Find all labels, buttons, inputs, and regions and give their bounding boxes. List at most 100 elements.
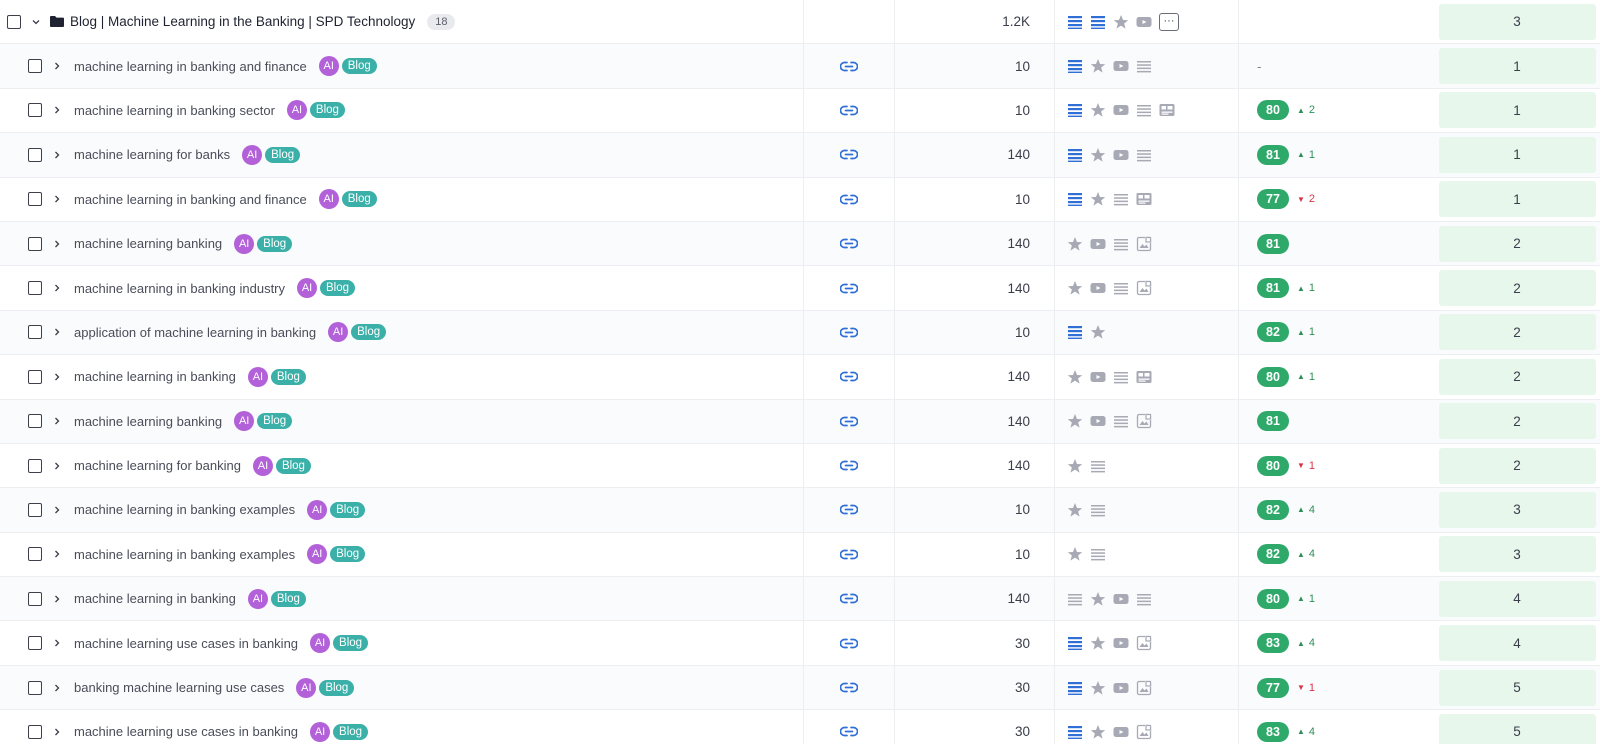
row-checkbox[interactable] bbox=[28, 59, 42, 74]
keyword-text[interactable]: machine learning banking bbox=[74, 414, 222, 429]
row-checkbox[interactable] bbox=[28, 325, 42, 340]
link-icon[interactable] bbox=[840, 105, 858, 116]
serp-features bbox=[1055, 310, 1239, 355]
row-checkbox[interactable] bbox=[28, 502, 42, 517]
blog-tag: Blog bbox=[275, 457, 311, 474]
kd-badge: 80 bbox=[1257, 588, 1289, 609]
chevron-right-icon[interactable] bbox=[52, 638, 62, 648]
link-icon[interactable] bbox=[840, 549, 858, 560]
chevron-right-icon[interactable] bbox=[52, 372, 62, 382]
row-checkbox[interactable] bbox=[28, 636, 42, 651]
keyword-text[interactable]: machine learning in banking bbox=[74, 369, 236, 384]
table-row[interactable]: machine learning in banking AI Blog 140 80 ▲ 1… bbox=[0, 355, 1600, 400]
table-row[interactable]: application of machine learning in banki… bbox=[0, 310, 1600, 356]
name-cell: machine learning in banking and finance A… bbox=[0, 177, 804, 221]
more-options-button[interactable]: ··· bbox=[1159, 12, 1179, 31]
table-row[interactable]: machine learning banking AI Blog 140 81 2 bbox=[0, 399, 1600, 444]
position-cell: 1 bbox=[1436, 178, 1598, 221]
keyword-text[interactable]: machine learning for banks bbox=[74, 147, 230, 162]
link-icon[interactable] bbox=[840, 504, 858, 515]
row-checkbox[interactable] bbox=[28, 369, 42, 384]
chevron-right-icon[interactable] bbox=[52, 461, 62, 471]
link-icon[interactable] bbox=[840, 593, 858, 604]
link-icon[interactable] bbox=[840, 149, 858, 160]
link-icon[interactable] bbox=[840, 238, 858, 249]
table-row[interactable]: machine learning in banking and finance A… bbox=[0, 177, 1600, 222]
keyword-text[interactable]: application of machine learning in banki… bbox=[74, 325, 316, 340]
link-cell bbox=[804, 577, 895, 621]
position-cell: 4 bbox=[1436, 621, 1598, 664]
row-checkbox[interactable] bbox=[28, 458, 42, 473]
row-checkbox[interactable] bbox=[28, 236, 42, 251]
table-row[interactable]: machine learning for banks AI Blog 140 81 ▲ 1 1 bbox=[0, 133, 1600, 178]
row-checkbox[interactable] bbox=[28, 547, 42, 562]
table-row[interactable]: machine learning use cases in banking AI B… bbox=[0, 710, 1600, 744]
row-checkbox[interactable] bbox=[28, 103, 42, 118]
link-icon[interactable] bbox=[840, 283, 858, 294]
chevron-right-icon[interactable] bbox=[52, 239, 62, 249]
row-checkbox[interactable] bbox=[28, 147, 42, 162]
table-row[interactable]: machine learning in banking examples AI Bl… bbox=[0, 488, 1600, 533]
position-value: 1 bbox=[1438, 181, 1596, 218]
chevron-right-icon[interactable] bbox=[52, 150, 62, 160]
keyword-text[interactable]: machine learning in banking industry bbox=[74, 281, 285, 296]
chevron-right-icon[interactable] bbox=[52, 283, 62, 293]
chevron-right-icon[interactable] bbox=[52, 549, 62, 559]
chevron-right-icon[interactable] bbox=[52, 61, 62, 71]
link-icon[interactable] bbox=[840, 327, 858, 338]
table-row[interactable]: machine learning in banking industry AI Bl… bbox=[0, 266, 1600, 311]
volume-cell: 140 bbox=[895, 399, 1055, 443]
link-icon[interactable] bbox=[840, 460, 858, 471]
star-icon bbox=[1067, 413, 1083, 429]
chevron-down-icon[interactable] bbox=[31, 17, 41, 27]
table-row[interactable]: machine learning for banking AI Blog 140 80 ▼… bbox=[0, 443, 1600, 489]
row-checkbox[interactable] bbox=[28, 680, 42, 695]
table-row[interactable]: machine learning in banking AI Blog 140 80 ▲ 1… bbox=[0, 577, 1600, 622]
chevron-right-icon[interactable] bbox=[52, 327, 62, 337]
link-icon[interactable] bbox=[840, 682, 858, 693]
ai-badge: AI bbox=[310, 721, 331, 742]
chevron-right-icon[interactable] bbox=[52, 105, 62, 115]
trend-value: 2 bbox=[1308, 104, 1316, 117]
link-icon[interactable] bbox=[840, 638, 858, 649]
group-row[interactable]: Blog | Machine Learning in the Banking |… bbox=[0, 0, 1600, 45]
link-icon[interactable] bbox=[840, 61, 858, 72]
table-row[interactable]: banking machine learning use cases AI Blog… bbox=[0, 665, 1600, 711]
keyword-text[interactable]: machine learning in banking examples bbox=[74, 502, 295, 517]
link-icon[interactable] bbox=[840, 371, 858, 382]
keyword-text[interactable]: banking machine learning use cases bbox=[74, 680, 284, 695]
keyword-text[interactable]: machine learning banking bbox=[74, 236, 222, 251]
chevron-right-icon[interactable] bbox=[52, 683, 62, 693]
link-icon[interactable] bbox=[840, 194, 858, 205]
row-checkbox[interactable] bbox=[28, 414, 42, 429]
keyword-text[interactable]: machine learning use cases in banking bbox=[74, 724, 298, 739]
keyword-text[interactable]: machine learning use cases in banking bbox=[74, 636, 298, 651]
chevron-right-icon[interactable] bbox=[52, 194, 62, 204]
chevron-right-icon[interactable] bbox=[52, 727, 62, 737]
group-checkbox[interactable] bbox=[7, 14, 21, 29]
table-row[interactable]: machine learning in banking and finance A… bbox=[0, 44, 1600, 89]
group-title[interactable]: Blog | Machine Learning in the Banking |… bbox=[70, 14, 415, 29]
link-icon[interactable] bbox=[840, 726, 858, 737]
chevron-right-icon[interactable] bbox=[52, 505, 62, 515]
keyword-text[interactable]: machine learning in banking examples bbox=[74, 547, 295, 562]
table-row[interactable]: machine learning banking AI Blog 140 81 2 bbox=[0, 221, 1600, 267]
row-checkbox[interactable] bbox=[28, 724, 42, 739]
keyword-text[interactable]: machine learning in banking and finance bbox=[74, 192, 307, 207]
star-icon bbox=[1090, 324, 1106, 340]
keyword-text[interactable]: machine learning for banking bbox=[74, 458, 241, 473]
star-icon bbox=[1090, 724, 1106, 740]
table-row[interactable]: machine learning in banking examples AI Bl… bbox=[0, 532, 1600, 578]
link-icon[interactable] bbox=[840, 416, 858, 427]
keyword-text[interactable]: machine learning in banking and finance bbox=[74, 59, 307, 74]
row-checkbox[interactable] bbox=[28, 192, 42, 207]
star-icon bbox=[1090, 635, 1106, 651]
row-checkbox[interactable] bbox=[28, 281, 42, 296]
keyword-text[interactable]: machine learning in banking bbox=[74, 591, 236, 606]
chevron-right-icon[interactable] bbox=[52, 594, 62, 604]
row-checkbox[interactable] bbox=[28, 591, 42, 606]
table-row[interactable]: machine learning in banking sector AI Blog… bbox=[0, 88, 1600, 134]
table-row[interactable]: machine learning use cases in banking AI B… bbox=[0, 621, 1600, 666]
chevron-right-icon[interactable] bbox=[52, 416, 62, 426]
keyword-text[interactable]: machine learning in banking sector bbox=[74, 103, 275, 118]
